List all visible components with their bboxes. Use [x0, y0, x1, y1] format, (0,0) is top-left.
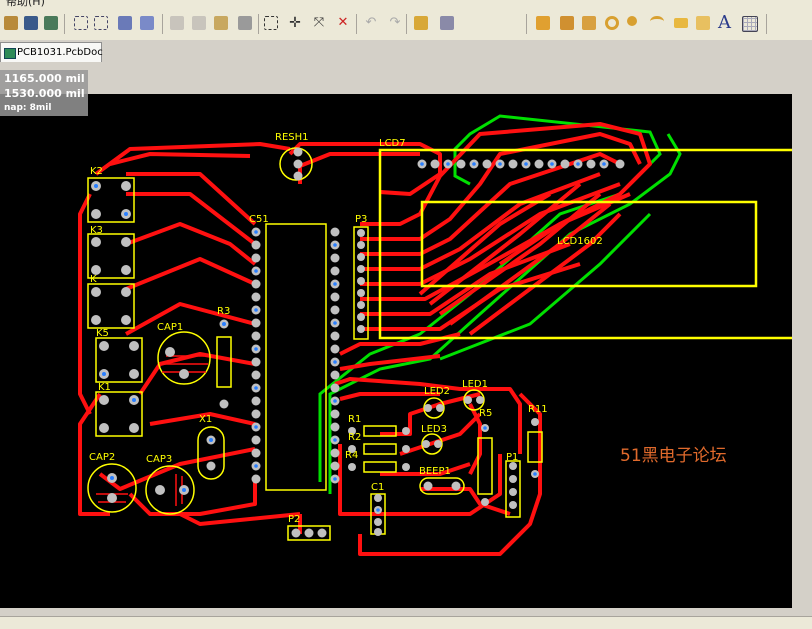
label-r3: R3 [217, 306, 230, 317]
highlight-icon[interactable] [412, 14, 430, 32]
coordinate-readout: 1165.000 mil 1530.000 mil nap: 8mil [0, 70, 88, 116]
grid-icon[interactable] [740, 14, 758, 32]
component-icon[interactable] [116, 14, 134, 32]
label-cap3: CAP3 [146, 454, 172, 465]
label-p1: P1 [506, 452, 518, 463]
label-x1: X1 [199, 414, 212, 425]
menu-help[interactable]: 帮助(H) [6, 0, 45, 8]
silkscreen-layer [87, 147, 800, 541]
watermark-text: 51黑电子论坛 [620, 446, 727, 466]
label-r4: R4 [345, 450, 358, 461]
deselect-icon[interactable]: ✕ [334, 14, 352, 32]
r4-outline [363, 461, 397, 473]
zoom-fit-icon[interactable] [72, 14, 90, 32]
x1-outline [197, 426, 225, 480]
label-p2: P2 [288, 514, 300, 525]
label-resh1: RESH1 [275, 132, 309, 143]
cut-icon[interactable] [168, 14, 186, 32]
bottom-layer-traces [318, 114, 682, 494]
arc-icon[interactable] [648, 14, 666, 32]
differential-route-icon[interactable] [580, 14, 598, 32]
cap2-outline [87, 463, 137, 513]
layer-icon[interactable] [22, 14, 40, 32]
label-k4: K [90, 274, 97, 285]
label-p3: P3 [355, 214, 367, 225]
inspector-icon[interactable] [438, 14, 456, 32]
label-cap1: CAP1 [157, 322, 183, 333]
status-bar [0, 616, 812, 629]
c51-outline [265, 223, 327, 491]
paste-icon[interactable] [212, 14, 230, 32]
cross-probe-icon[interactable]: ⤧ [310, 14, 328, 32]
board-icon[interactable] [42, 14, 60, 32]
r3-outline [216, 336, 232, 388]
move-icon[interactable]: ✛ [286, 14, 304, 32]
open-icon[interactable] [2, 14, 20, 32]
snap-value: nap: 8mil [4, 103, 52, 113]
rubber-stamp-icon[interactable] [236, 14, 254, 32]
polygon-icon[interactable] [694, 14, 712, 32]
pcb-doc-icon [4, 48, 16, 59]
zoom-area-icon[interactable] [92, 14, 110, 32]
label-c1: C1 [371, 482, 384, 493]
label-r5: R5 [479, 408, 492, 419]
menu-bar: 帮助(H) [0, 0, 812, 8]
pad-icon[interactable] [625, 14, 643, 32]
document-tab-bar: PCB1031.PcbDoc [0, 40, 812, 64]
label-beep1: BEEP1 [419, 466, 451, 477]
select-icon[interactable] [262, 14, 280, 32]
redo-icon[interactable]: ↷ [386, 14, 404, 32]
label-led2: LED2 [424, 386, 450, 397]
document-tab-label: PCB1031.PcbDoc [17, 47, 103, 58]
pads [91, 147, 625, 538]
label-k3: K3 [90, 225, 103, 236]
label-r11: R11 [528, 404, 548, 415]
label-r1: R1 [348, 414, 361, 425]
label-k5: K5 [96, 328, 109, 339]
r2-outline [363, 443, 397, 455]
via-icon[interactable] [603, 14, 621, 32]
text-icon[interactable]: A [716, 14, 734, 32]
coordinate-x: 1165.000 mil [4, 72, 85, 85]
pcb-canvas[interactable]: RESH1 LCD7 LCD1602 K2 K3 K K5 K1 C51 P3 … [0, 94, 800, 608]
fill-icon[interactable] [672, 14, 690, 32]
label-c51: C51 [249, 214, 269, 225]
label-led1: LED1 [462, 379, 488, 390]
toolbar: ✛ ⤧ ✕ ↶ ↷ A [0, 8, 812, 41]
document-tab[interactable]: PCB1031.PcbDoc [0, 42, 103, 62]
route-icon[interactable] [534, 14, 552, 32]
coordinate-y: 1530.000 mil [4, 87, 85, 100]
filter-icon[interactable] [138, 14, 156, 32]
label-lcd1602: LCD1602 [557, 236, 603, 247]
label-k1: K1 [98, 382, 111, 393]
pcb-board[interactable]: RESH1 LCD7 LCD1602 K2 K3 K K5 K1 C51 P3 … [0, 94, 800, 608]
interactive-route-icon[interactable] [558, 14, 576, 32]
label-led3: LED3 [421, 424, 447, 435]
label-r2: R2 [348, 432, 361, 443]
label-cap2: CAP2 [89, 452, 115, 463]
copy-icon[interactable] [190, 14, 208, 32]
label-lcd7: LCD7 [379, 138, 406, 149]
label-k2: K2 [90, 166, 103, 177]
undo-icon[interactable]: ↶ [362, 14, 380, 32]
